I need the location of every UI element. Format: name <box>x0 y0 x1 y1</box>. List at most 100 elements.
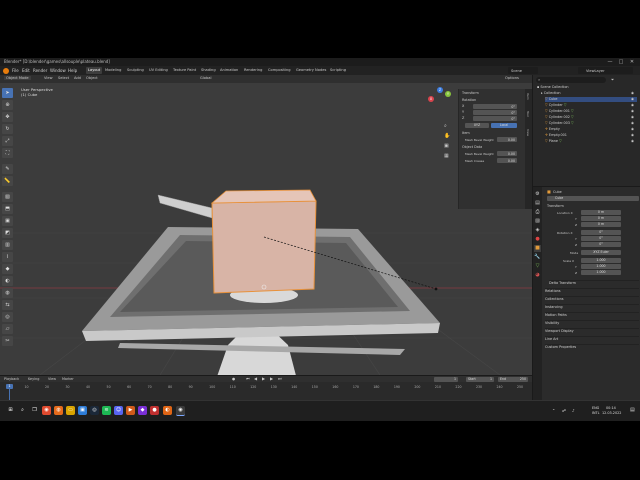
modifier-tab-icon[interactable]: 🔧 <box>534 254 541 261</box>
gizmo-y-axis[interactable]: Y <box>445 91 451 97</box>
sidebar-tab-tool[interactable]: Tool <box>526 111 530 117</box>
scene-tab-icon[interactable]: ◈ <box>534 227 541 234</box>
scene-selector[interactable]: Scene <box>508 67 538 74</box>
app-purple-icon[interactable]: ◆ <box>138 406 147 415</box>
tab-shading[interactable]: Shading <box>199 67 218 74</box>
windows-start-icon[interactable]: ⊞ <box>6 406 15 415</box>
spin-tool[interactable]: ◐ <box>2 276 13 286</box>
steam-icon[interactable]: ◎ <box>90 406 99 415</box>
poly-build-tool[interactable]: ◆ <box>2 264 13 274</box>
menu-help[interactable]: Help <box>68 68 77 73</box>
mode-selector[interactable]: Object Mode <box>4 76 31 80</box>
tab-animation[interactable]: Animation <box>218 67 240 74</box>
close-button[interactable]: ✕ <box>628 59 636 65</box>
gizmo-z-axis[interactable]: Z <box>437 87 443 93</box>
select-tool[interactable]: ➤ <box>2 88 13 98</box>
npanel-mode-xyz-button[interactable]: XYZ <box>465 123 489 128</box>
minimize-button[interactable]: — <box>606 59 614 65</box>
visibility-eye-icon[interactable]: ◉ <box>631 127 634 131</box>
npanel-section-transform[interactable]: Transform <box>462 91 479 95</box>
app-red-icon[interactable]: ● <box>150 406 159 415</box>
record-icon[interactable]: ● <box>232 377 235 381</box>
timeline-marker-menu[interactable]: Marker <box>62 377 74 381</box>
jump-start-icon[interactable]: ⏮ <box>246 376 250 381</box>
spotify-icon[interactable]: ≋ <box>102 406 111 415</box>
tab-uv-editing[interactable]: UV Editing <box>147 67 170 74</box>
tab-texture-paint[interactable]: Texture Paint <box>171 67 198 74</box>
add-cube-tool[interactable]: ▧ <box>2 192 13 202</box>
props-section-instancing[interactable]: Instancing <box>545 304 639 311</box>
npanel-bevel-weight2-field[interactable]: 0.00 <box>497 151 517 156</box>
tab-modeling[interactable]: Modeling <box>103 67 123 74</box>
clock-time[interactable]: 00:14 <box>606 406 616 410</box>
visibility-eye-icon[interactable]: ◉ <box>631 133 634 137</box>
menu-select[interactable]: Select <box>58 76 69 80</box>
visibility-eye-icon[interactable]: ◉ <box>631 121 634 125</box>
object-tab-icon[interactable]: ■ <box>534 245 541 252</box>
app-orange-icon[interactable]: ◐ <box>163 406 172 415</box>
options-menu[interactable]: Options <box>505 76 519 80</box>
transform-tool[interactable]: ⛶ <box>2 148 13 158</box>
file-explorer-icon[interactable]: ▭ <box>66 406 75 415</box>
view-layer-tab-icon[interactable]: ▨ <box>534 218 541 225</box>
loop-cut-tool[interactable]: ▥ <box>2 240 13 250</box>
menu-render[interactable]: Render <box>33 68 47 73</box>
outliner-item-empty-001[interactable]: ✢ Empty.001 ◉ <box>545 133 637 138</box>
camera-icon[interactable]: ▣ <box>444 143 449 149</box>
timeline-playback-menu[interactable]: Playback <box>4 377 19 381</box>
zoom-icon[interactable]: ⌕ <box>444 123 447 129</box>
step-back-icon[interactable]: ◀ <box>254 376 257 381</box>
tab-sculpting[interactable]: Sculpting <box>125 67 146 74</box>
props-section-custom-properties[interactable]: Custom Properties <box>545 344 639 351</box>
output-tab-icon[interactable]: ⎙ <box>534 209 541 216</box>
props-location-x-field[interactable]: 0 m <box>581 210 621 215</box>
filter-icon[interactable]: ⏷ <box>611 77 614 82</box>
npanel-rotation-x-field[interactable]: 0° <box>473 104 517 109</box>
menu-view[interactable]: View <box>44 76 53 80</box>
blender-taskbar-icon[interactable]: ◉ <box>176 406 185 416</box>
search-icon[interactable]: ⌕ <box>18 406 27 415</box>
tab-rendering[interactable]: Rendering <box>242 67 264 74</box>
outliner-search-input[interactable]: ⌕ <box>536 77 606 83</box>
timeline-keying-menu[interactable]: Keying <box>28 377 39 381</box>
props-scale-x-field[interactable]: 1.000 <box>581 258 621 263</box>
cursor-tool[interactable]: ⊕ <box>2 100 13 110</box>
pan-hand-icon[interactable]: ✋ <box>444 133 450 139</box>
discord-icon[interactable]: ☺ <box>114 406 123 415</box>
move-tool[interactable]: ✥ <box>2 112 13 122</box>
visibility-eye-icon[interactable]: ◉ <box>631 139 634 143</box>
visibility-eye-icon[interactable]: ◉ <box>631 115 634 119</box>
props-rotation-y-field[interactable]: 0° <box>581 236 621 241</box>
npanel-section-item[interactable]: Item <box>462 131 470 135</box>
visibility-eye-icon[interactable]: ◉ <box>631 109 634 113</box>
grid-toggle-icon[interactable]: ▦ <box>444 153 449 159</box>
tab-compositing[interactable]: Compositing <box>266 67 293 74</box>
props-section-visibility[interactable]: Visibility <box>545 320 639 327</box>
props-rotation-z-field[interactable]: 0° <box>581 242 621 247</box>
network-icon[interactable]: ☍ <box>562 408 566 413</box>
play-icon[interactable]: ▶ <box>262 376 265 381</box>
3d-viewport[interactable]: User Perspective (1) Cube Z X Y ⌕ ✋ ▣ ▦ … <box>0 83 532 375</box>
npanel-bevel-weight-field[interactable]: 0.00 <box>497 137 517 142</box>
measure-tool[interactable]: 📏 <box>2 176 13 186</box>
props-section-collections[interactable]: Collections <box>545 296 639 303</box>
maximize-button[interactable]: □ <box>617 59 625 65</box>
props-location-y-field[interactable]: 0 m <box>581 216 621 221</box>
outliner-item-cylinder-002[interactable]: ▽ Cylinder.002 ▽ ◉ <box>545 115 637 120</box>
menu-file[interactable]: File <box>12 68 19 73</box>
outliner-item-cylinder[interactable]: ▽ Cylinder ▽ ◉ <box>545 103 637 108</box>
outliner-scene-collection[interactable]: ▪ Scene Collection <box>537 85 637 90</box>
props-rotation-x-field[interactable]: 0° <box>581 230 621 235</box>
keyboard-layout[interactable]: INTL <box>592 411 600 415</box>
outliner-collection[interactable]: ▸ Collection ◉ <box>541 91 637 96</box>
end-frame-field[interactable]: End 250 <box>498 376 528 382</box>
task-view-icon[interactable]: ❐ <box>30 406 39 415</box>
current-frame-field[interactable]: 1 <box>434 376 458 382</box>
extrude-tool[interactable]: ⬒ <box>2 204 13 214</box>
visibility-eye-icon[interactable]: ◉ <box>631 97 634 101</box>
timeline-view-menu[interactable]: View <box>48 377 56 381</box>
outliner-item-plane[interactable]: ▽ Plane ▽ ◉ <box>545 139 637 144</box>
edge-slide-tool[interactable]: ⇆ <box>2 300 13 310</box>
render-tab-icon[interactable]: ▤ <box>534 200 541 207</box>
outliner-item-empty[interactable]: ✢ Empty ◉ <box>545 127 637 132</box>
